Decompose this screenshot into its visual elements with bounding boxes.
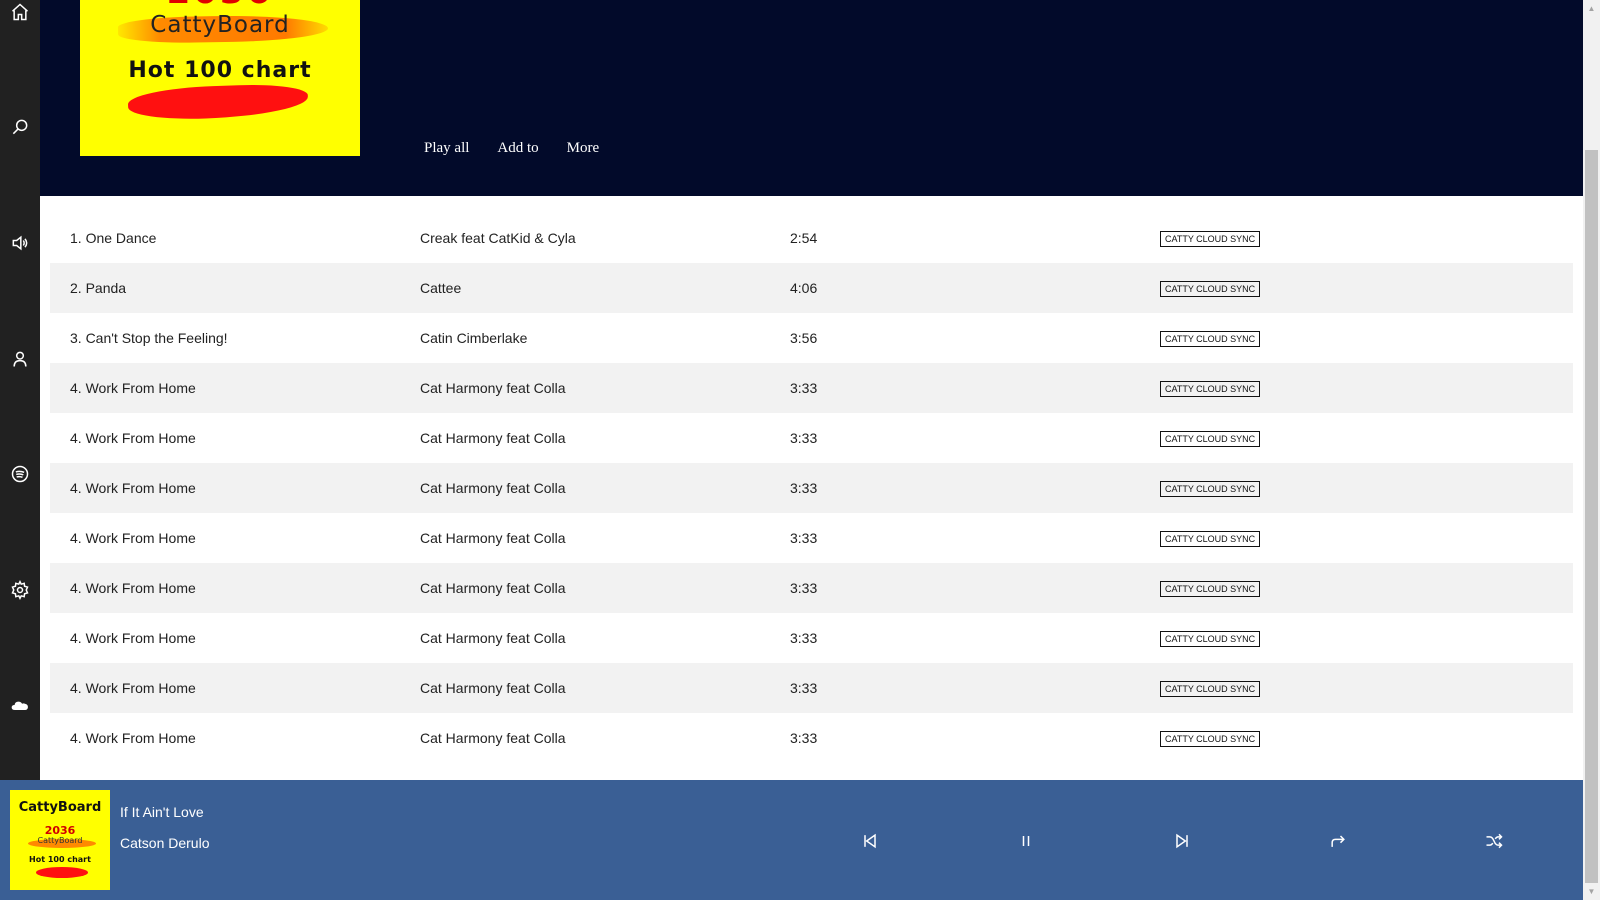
- track-title: 4. Work From Home: [70, 580, 196, 596]
- skip-previous-icon[interactable]: [858, 829, 882, 853]
- playlist-header: 2036 CattyBoard Hot 100 chart Play all A…: [40, 0, 1583, 196]
- cloud-sync-badge: CATTY CLOUD SYNC: [1160, 231, 1261, 247]
- skip-next-icon[interactable]: [1170, 829, 1194, 853]
- track-duration: 3:33: [790, 380, 818, 396]
- album-cover: 2036 CattyBoard Hot 100 chart: [80, 0, 360, 156]
- track-artist: Cat Harmony feat Colla: [420, 680, 566, 696]
- more-button[interactable]: More: [567, 140, 600, 157]
- table-row[interactable]: 4. Work From Home Cat Harmony feat Colla…: [50, 713, 1573, 763]
- now-playing-artist: Catson Derulo: [120, 835, 210, 851]
- now-playing-cover[interactable]: CattyBoard 2036 CattyBoard Hot 100 chart: [10, 790, 110, 890]
- cover-subtitle: Hot 100 chart: [128, 58, 312, 83]
- track-list: 1. One Dance Creak feat CatKid & Cyla 2:…: [50, 213, 1573, 763]
- track-title: 3. Can't Stop the Feeling!: [70, 330, 228, 346]
- cloud-sync-badge: CATTY CLOUD SYNC: [1160, 581, 1261, 597]
- vertical-scrollbar[interactable]: ▲ ▼: [1583, 0, 1600, 900]
- cloud-sync-badge: CATTY CLOUD SYNC: [1160, 331, 1261, 347]
- table-row[interactable]: 4. Work From Home Cat Harmony feat Colla…: [50, 513, 1573, 563]
- add-to-button[interactable]: Add to: [497, 140, 538, 157]
- cover-brush-red: [127, 82, 309, 122]
- track-duration: 3:33: [790, 430, 818, 446]
- mini-cover-brand-small: CattyBoard: [37, 836, 83, 845]
- table-row[interactable]: 1. One Dance Creak feat CatKid & Cyla 2:…: [50, 213, 1573, 263]
- cover-year: 2036: [80, 0, 360, 12]
- track-duration: 3:33: [790, 530, 818, 546]
- now-playing-title: If It Ain't Love: [120, 804, 204, 820]
- table-row[interactable]: 4. Work From Home Cat Harmony feat Colla…: [50, 663, 1573, 713]
- track-artist: Cat Harmony feat Colla: [420, 430, 566, 446]
- scroll-down-arrow-icon[interactable]: ▼: [1583, 883, 1600, 900]
- cloud-sync-badge: CATTY CLOUD SYNC: [1160, 681, 1261, 697]
- table-row[interactable]: 4. Work From Home Cat Harmony feat Colla…: [50, 363, 1573, 413]
- track-title: 4. Work From Home: [70, 380, 196, 396]
- home-icon[interactable]: [8, 0, 32, 24]
- track-duration: 3:56: [790, 330, 818, 346]
- table-row[interactable]: 2. Panda Cattee 4:06 CATTY CLOUD SYNC: [50, 263, 1573, 313]
- track-duration: 4:06: [790, 280, 818, 296]
- pause-icon[interactable]: [1014, 829, 1038, 853]
- scroll-up-arrow-icon[interactable]: ▲: [1583, 0, 1600, 17]
- track-title: 4. Work From Home: [70, 430, 196, 446]
- cloud-sync-badge: CATTY CLOUD SYNC: [1160, 531, 1261, 547]
- volume-icon[interactable]: [8, 231, 32, 255]
- track-title: 4. Work From Home: [70, 630, 196, 646]
- table-row[interactable]: 4. Work From Home Cat Harmony feat Colla…: [50, 613, 1573, 663]
- search-icon[interactable]: [8, 115, 32, 139]
- player-bar: CattyBoard 2036 CattyBoard Hot 100 chart…: [0, 780, 1583, 900]
- track-artist: Cat Harmony feat Colla: [420, 630, 566, 646]
- track-artist: Catin Cimberlake: [420, 330, 528, 346]
- cloud-sync-badge: CATTY CLOUD SYNC: [1160, 281, 1261, 297]
- track-title: 2. Panda: [70, 280, 127, 296]
- cloud-icon[interactable]: [8, 693, 32, 717]
- gear-icon[interactable]: [8, 578, 32, 602]
- track-duration: 3:33: [790, 680, 818, 696]
- playlist-actions: Play all Add to More: [424, 140, 627, 157]
- spotify-icon[interactable]: [8, 462, 32, 486]
- track-artist: Cat Harmony feat Colla: [420, 730, 566, 746]
- track-title: 4. Work From Home: [70, 730, 196, 746]
- track-title: 1. One Dance: [70, 230, 157, 246]
- user-icon[interactable]: [8, 347, 32, 371]
- repeat-icon[interactable]: [1326, 829, 1350, 853]
- cloud-sync-badge: CATTY CLOUD SYNC: [1160, 431, 1261, 447]
- track-title: 4. Work From Home: [70, 530, 196, 546]
- sidebar: [0, 0, 40, 780]
- cloud-sync-badge: CATTY CLOUD SYNC: [1160, 731, 1261, 747]
- track-title: 4. Work From Home: [70, 480, 196, 496]
- play-all-button[interactable]: Play all: [424, 140, 469, 157]
- table-row[interactable]: 4. Work From Home Cat Harmony feat Colla…: [50, 563, 1573, 613]
- track-duration: 3:33: [790, 580, 818, 596]
- mini-cover-subtitle: Hot 100 chart: [29, 855, 91, 864]
- table-row[interactable]: 3. Can't Stop the Feeling! Catin Cimberl…: [50, 313, 1573, 363]
- cloud-sync-badge: CATTY CLOUD SYNC: [1160, 631, 1261, 647]
- scroll-thumb[interactable]: [1585, 150, 1598, 883]
- track-artist: Cat Harmony feat Colla: [420, 380, 566, 396]
- track-duration: 3:33: [790, 630, 818, 646]
- cloud-sync-badge: CATTY CLOUD SYNC: [1160, 381, 1261, 397]
- cover-brand: CattyBoard: [150, 12, 290, 38]
- track-duration: 3:33: [790, 730, 818, 746]
- shuffle-icon[interactable]: [1482, 829, 1506, 853]
- track-duration: 2:54: [790, 230, 818, 246]
- track-artist: Cat Harmony feat Colla: [420, 530, 566, 546]
- mini-cover-brush-red: [36, 867, 88, 878]
- table-row[interactable]: 4. Work From Home Cat Harmony feat Colla…: [50, 463, 1573, 513]
- track-artist: Cat Harmony feat Colla: [420, 480, 566, 496]
- mini-cover-brand: CattyBoard: [18, 800, 102, 815]
- track-duration: 3:33: [790, 480, 818, 496]
- track-artist: Cat Harmony feat Colla: [420, 580, 566, 596]
- track-title: 4. Work From Home: [70, 680, 196, 696]
- track-artist: Cattee: [420, 280, 462, 296]
- cloud-sync-badge: CATTY CLOUD SYNC: [1160, 481, 1261, 497]
- track-artist: Creak feat CatKid & Cyla: [420, 230, 576, 246]
- table-row[interactable]: 4. Work From Home Cat Harmony feat Colla…: [50, 413, 1573, 463]
